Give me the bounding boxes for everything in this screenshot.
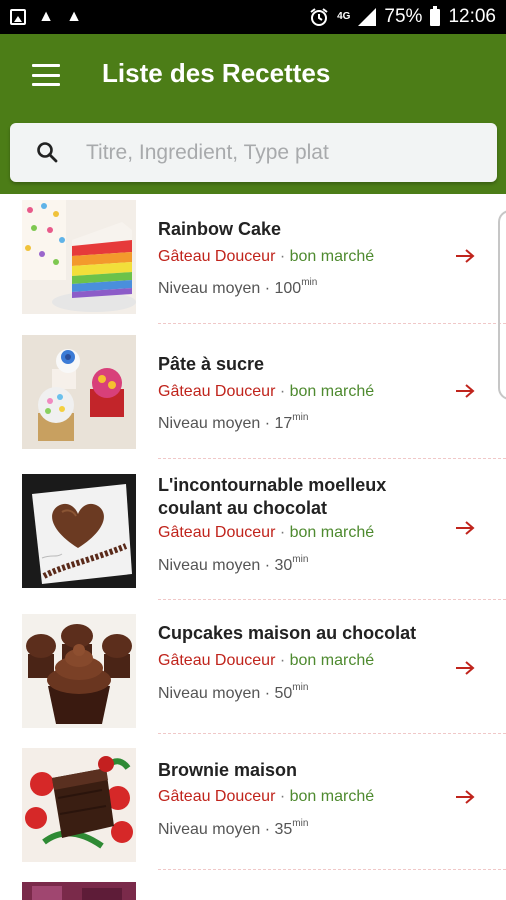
hamburger-icon-line [32,73,60,77]
separator: · [275,524,290,541]
recipe-meta: Niveau moyen · 17min [158,408,308,434]
network-type: 4G [337,11,351,22]
recipe-item[interactable]: Rainbow Cake Gâteau Douceur · bon marché… [0,194,506,329]
recipe-level: Niveau moyen [158,685,261,702]
screen: ▲ ▲ 4G 75% 12:06 Liste des Recettes Titr… [0,0,506,900]
search-box[interactable] [10,123,497,182]
recipe-time-unit: min [292,818,309,829]
recipe-time: 17 [274,415,293,432]
separator: · [275,248,290,265]
recipe-thumbnail-moelleux [22,474,136,588]
recipe-time: 50 [274,685,293,702]
rocket-icon: ▲ [38,8,54,25]
hamburger-icon-line [32,64,60,67]
recipe-thumbnail-rainbow-cake [22,200,136,314]
recipe-item[interactable]: Brownie maison Gâteau Douceur · bon marc… [0,739,506,874]
recipe-level: Niveau moyen [158,821,261,838]
rocket-icon: ▲ [66,8,82,25]
arrow-right-icon[interactable] [454,520,476,536]
recipe-category: Gâteau Douceur [158,524,276,541]
recipe-price: bon marché [289,652,375,669]
recipe-category: Gâteau Douceur [158,788,276,805]
separator: · [260,280,275,297]
search-input[interactable] [86,133,481,173]
recipe-meta: Niveau moyen · 35min [158,814,308,840]
recipe-time-unit: min [292,682,309,693]
recipe-time-unit: min [292,412,309,423]
recipe-item[interactable]: Pâte à sucre Gâteau Douceur · bon marché… [0,329,506,464]
divider [158,458,506,459]
arrow-right-icon[interactable] [454,248,476,264]
separator: · [260,415,275,432]
menu-button[interactable] [32,64,60,86]
separator: · [260,685,275,702]
recipe-price: bon marché [289,383,375,400]
app-bar: Liste des Recettes [0,34,506,194]
separator: · [275,788,290,805]
recipe-category-line: Gâteau Douceur · bon marché [158,523,374,543]
recipe-category-line: Gâteau Douceur · bon marché [158,247,374,267]
recipe-title: Brownie maison [158,760,298,780]
recipe-category-line: Gâteau Douceur · bon marché [158,651,374,671]
recipe-category-line: Gâteau Douceur · bon marché [158,382,374,402]
separator: · [275,652,290,669]
arrow-right-icon[interactable] [454,789,476,805]
recipe-thumbnail-brownie [22,748,136,862]
recipe-meta: Niveau moyen · 100min [158,273,317,299]
recipe-time-unit: min [292,554,309,565]
recipe-list[interactable]: Rainbow Cake Gâteau Douceur · bon marché… [0,194,506,900]
scroll-edge-indicator[interactable] [498,210,506,400]
page-title: Liste des Recettes [102,58,331,88]
recipe-item[interactable]: Cupcakes maison au chocolat Gâteau Douce… [0,604,506,739]
recipe-title: L'incontournable moelleux coulant au cho… [158,475,387,518]
recipe-thumbnail-partial [22,882,136,900]
recipe-title: Rainbow Cake [158,219,282,239]
hamburger-icon-line [32,83,60,86]
recipe-time: 35 [274,821,293,838]
recipe-level: Niveau moyen [158,280,261,297]
recipe-category: Gâteau Douceur [158,652,276,669]
recipe-item[interactable] [0,876,506,900]
separator: · [260,557,275,574]
recipe-time: 30 [274,557,293,574]
recipe-time: 100 [274,280,302,297]
image-icon [10,9,26,25]
clock: 12:06 [448,6,496,27]
arrow-right-icon[interactable] [454,383,476,399]
alarm-icon [310,8,328,26]
recipe-thumbnail-cupcakes [22,614,136,728]
recipe-category: Gâteau Douceur [158,383,276,400]
recipe-price: bon marché [289,788,375,805]
recipe-meta: Niveau moyen · 50min [158,678,308,704]
divider [158,323,506,324]
status-left: ▲ ▲ [10,9,82,25]
battery-percent: 75% [384,6,423,27]
recipe-category: Gâteau Douceur [158,248,276,265]
recipe-price: bon marché [289,248,375,265]
recipe-price: bon marché [289,524,375,541]
battery-icon [430,5,441,26]
divider [158,599,506,600]
recipe-level: Niveau moyen [158,415,261,432]
search-icon [37,142,58,163]
separator: · [260,821,275,838]
separator: · [275,383,290,400]
recipe-level: Niveau moyen [158,557,261,574]
recipe-title: Cupcakes maison au chocolat [158,623,417,643]
recipe-category-line: Gâteau Douceur · bon marché [158,787,374,807]
recipe-meta: Niveau moyen · 30min [158,550,308,576]
status-bar: ▲ ▲ 4G 75% 12:06 [0,0,506,34]
divider [158,733,506,734]
signal-icon [358,8,377,26]
divider [158,869,506,870]
recipe-title: Pâte à sucre [158,354,265,374]
arrow-right-icon[interactable] [454,660,476,676]
status-right: 4G 75% 12:06 [309,5,496,28]
recipe-item[interactable]: L'incontournable moelleux coulant au cho… [0,464,506,604]
recipe-thumbnail-pate-a-sucre [22,335,136,449]
recipe-time-unit: min [301,277,318,288]
